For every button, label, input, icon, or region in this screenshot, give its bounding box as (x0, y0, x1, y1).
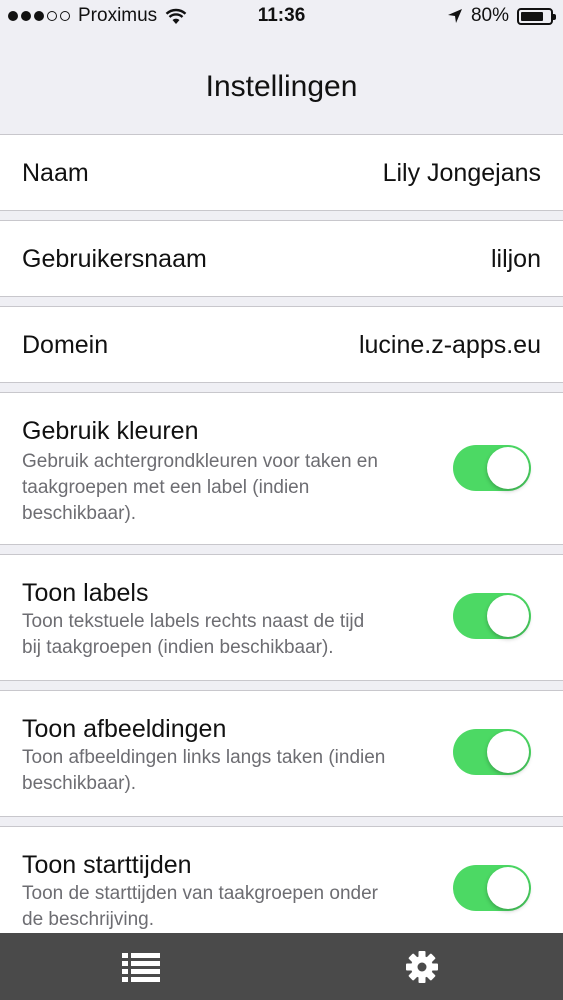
settings-row-toon-labels: Toon labels Toon tekstuele labels rechts… (0, 555, 563, 681)
toggle-switch-toon-afbeeldingen[interactable] (453, 729, 531, 775)
settings-row-gebruikersnaam[interactable]: Gebruikersnaam liljon (0, 221, 563, 297)
toggle-description: Toon afbeeldingen links langs taken (ind… (22, 747, 386, 794)
settings-row-domein[interactable]: Domein lucine.z-apps.eu (0, 307, 563, 383)
row-value: lucine.z-apps.eu (358, 331, 541, 359)
section-gap (0, 383, 563, 393)
row-value: liljon (490, 245, 541, 273)
settings-row-naam[interactable]: Naam Lily Jongejans (0, 135, 563, 211)
section-gap (0, 817, 563, 827)
toggle-switch-toon-starttijden[interactable] (453, 865, 531, 911)
tab-settings[interactable] (362, 933, 482, 1000)
toggle-label: Toon labels (22, 579, 149, 607)
gear-icon (406, 950, 438, 983)
settings-row-toon-afbeeldingen: Toon afbeeldingen Toon afbeeldingen link… (0, 691, 563, 817)
toggle-label: Gebruik kleuren (22, 417, 199, 445)
toggle-description: Toon de starttijden van taakgroepen onde… (22, 883, 378, 930)
location-arrow-icon (447, 9, 462, 23)
toggle-switch-gebruik-kleuren[interactable] (453, 445, 531, 491)
row-label: Domein (22, 331, 109, 359)
navigation-bar: Instellingen (0, 32, 563, 135)
section-gap (0, 545, 563, 555)
section-gap (0, 681, 563, 691)
toggle-label: Toon afbeeldingen (22, 715, 227, 743)
settings-list: Naam Lily Jongejans Gebruikersnaam liljo… (0, 135, 563, 967)
row-label: Gebruikersnaam (22, 245, 207, 273)
tab-bar (0, 933, 563, 1000)
toggle-switch-toon-labels[interactable] (453, 593, 531, 639)
toggle-description: Gebruik achtergrondkleuren voor taken en… (22, 451, 378, 524)
row-label: Naam (22, 159, 89, 187)
section-gap (0, 297, 563, 307)
settings-row-gebruik-kleuren: Gebruik kleuren Gebruik achtergrondkleur… (0, 393, 563, 545)
section-gap (0, 211, 563, 221)
status-bar: Proximus 11:36 80% (0, 0, 563, 32)
battery-icon (517, 7, 556, 25)
battery-percent: 80% (470, 5, 509, 26)
list-icon (122, 952, 160, 982)
row-value: Lily Jongejans (382, 159, 541, 187)
toggle-label: Toon starttijden (22, 851, 192, 879)
tab-list[interactable] (81, 933, 201, 1000)
toggle-description: Toon tekstuele labels rechts naast de ti… (22, 611, 365, 658)
page-title: Instellingen (205, 70, 358, 103)
status-right: 80% (447, 5, 556, 27)
